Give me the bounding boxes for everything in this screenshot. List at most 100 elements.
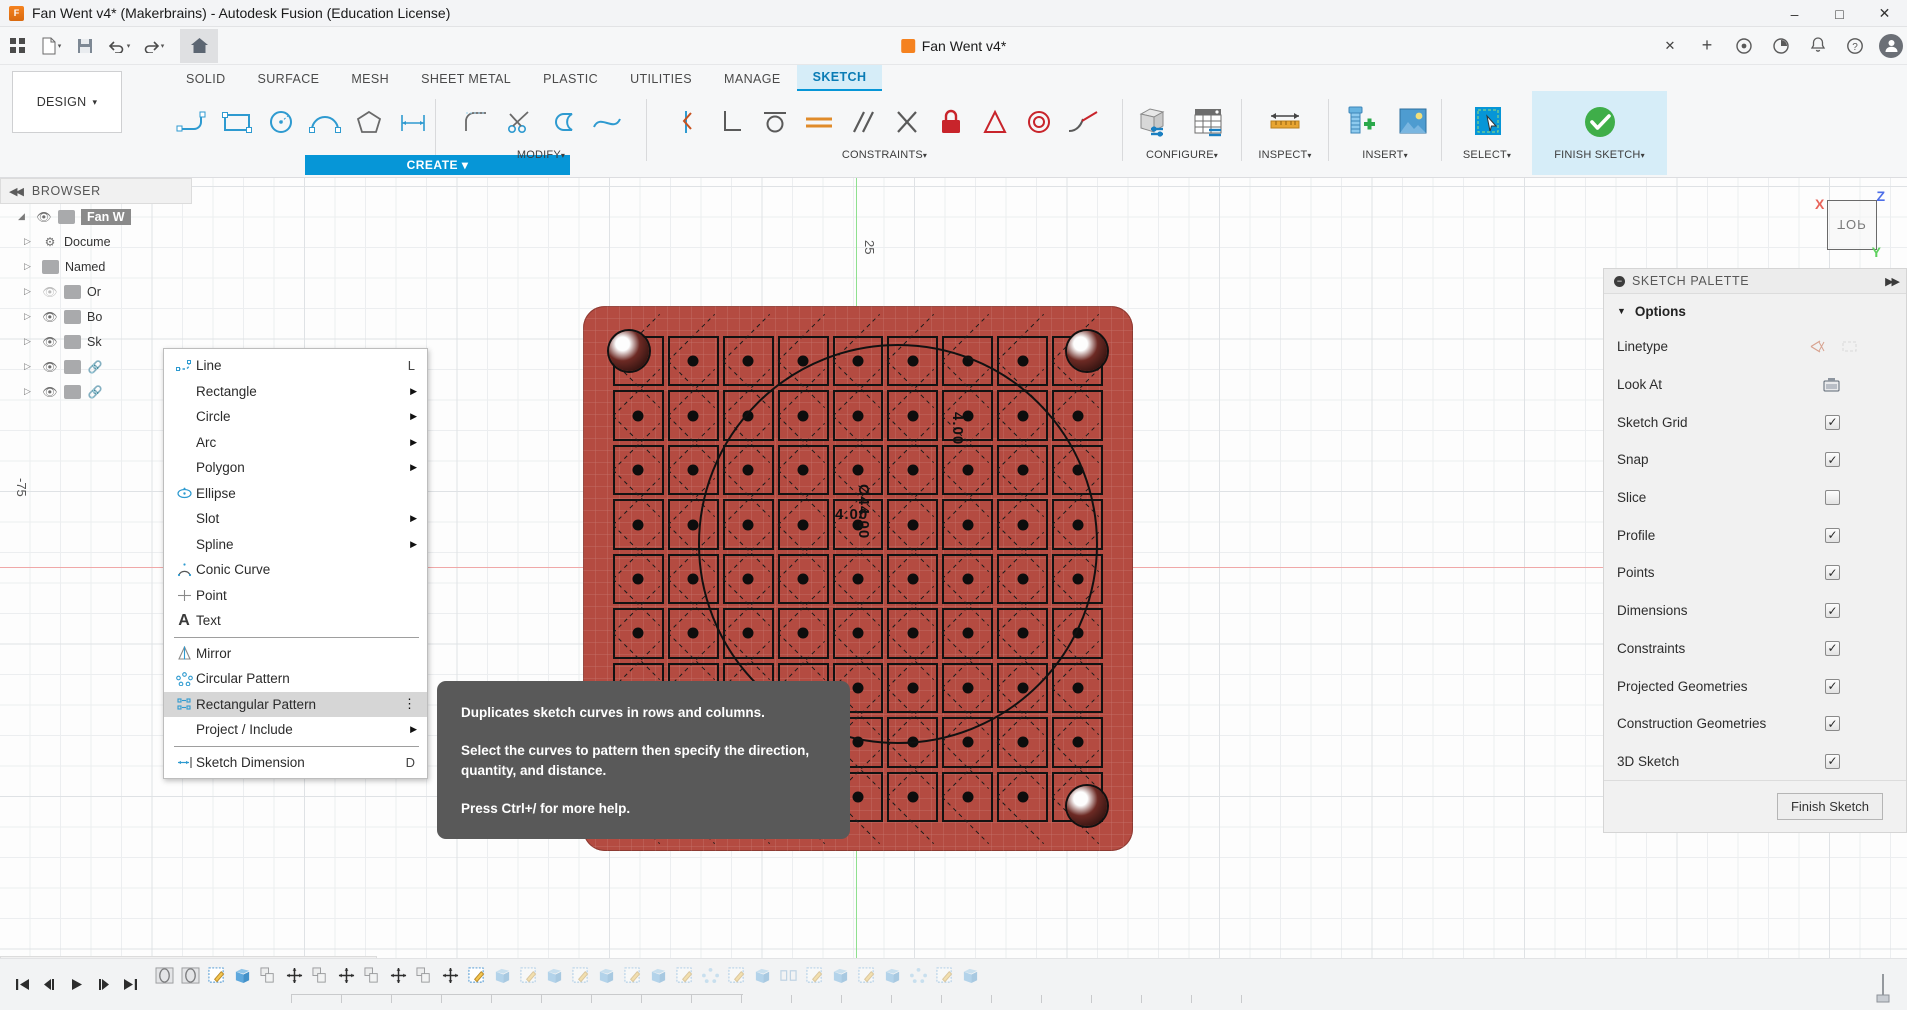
view-cube[interactable]: TOP X Z Y bbox=[1815, 188, 1887, 260]
palette-row-3d-sketch[interactable]: 3D Sketch ✓ bbox=[1604, 743, 1906, 781]
timeline-feature-move[interactable] bbox=[283, 964, 307, 990]
timeline-feature-pattern[interactable] bbox=[699, 964, 723, 990]
timeline-feature-sketch[interactable] bbox=[621, 964, 645, 990]
browser-item-origin[interactable]: ▷ 👁 Or bbox=[0, 279, 192, 304]
pattern-cell[interactable] bbox=[997, 771, 1049, 822]
expand-triangle-icon[interactable]: ▷ bbox=[24, 236, 36, 247]
line-tool-button[interactable] bbox=[172, 98, 214, 146]
constraints-checkbox[interactable]: ✓ bbox=[1825, 640, 1840, 656]
undo-icon[interactable]: ▾ bbox=[102, 29, 136, 63]
mounting-hole-top-right[interactable] bbox=[1067, 331, 1107, 371]
visibility-eye-icon[interactable]: 👁 bbox=[36, 210, 52, 224]
panel-insert-label[interactable]: INSERT▾ bbox=[1335, 149, 1435, 161]
step-back-icon[interactable] bbox=[37, 972, 62, 998]
app-grid-icon[interactable] bbox=[0, 29, 34, 63]
more-options-icon[interactable]: ⋮ bbox=[403, 697, 416, 711]
construction-linetype-icon[interactable] bbox=[1841, 339, 1858, 354]
trim-tool-button[interactable] bbox=[498, 98, 540, 146]
visibility-eye-icon[interactable]: 👁 bbox=[42, 360, 58, 374]
coincident-constraint-button[interactable] bbox=[666, 98, 708, 146]
timeline-feature-extrude[interactable] bbox=[751, 964, 775, 990]
perpendicular-constraint-button[interactable] bbox=[710, 98, 752, 146]
timeline-feature-sketch[interactable] bbox=[855, 964, 879, 990]
avatar[interactable] bbox=[1879, 33, 1903, 58]
timeline-feature-mirror[interactable] bbox=[777, 964, 801, 990]
mounting-hole-top-left[interactable] bbox=[609, 331, 649, 371]
collapse-minus-icon[interactable]: − bbox=[1614, 275, 1625, 287]
pattern-cell[interactable] bbox=[613, 499, 664, 550]
snap-checkbox[interactable]: ✓ bbox=[1825, 452, 1840, 468]
visibility-hidden-icon[interactable]: 👁 bbox=[42, 285, 58, 299]
pattern-cell[interactable] bbox=[667, 390, 719, 441]
sketch-grid-checkbox[interactable]: ✓ bbox=[1825, 414, 1840, 430]
minimize-button[interactable]: – bbox=[1772, 0, 1817, 27]
timeline-feature-sketch[interactable] bbox=[803, 964, 827, 990]
construction-geometries-checkbox[interactable]: ✓ bbox=[1825, 716, 1840, 732]
timeline-feature-extrude[interactable] bbox=[881, 964, 905, 990]
options-section-header[interactable]: ▼ Options bbox=[1604, 294, 1906, 328]
pattern-cell[interactable] bbox=[722, 336, 774, 387]
timeline-feature-sketch[interactable] bbox=[725, 964, 749, 990]
points-checkbox[interactable]: ✓ bbox=[1825, 565, 1840, 581]
home-icon[interactable] bbox=[180, 28, 218, 63]
visibility-eye-icon[interactable]: 👁 bbox=[42, 310, 58, 324]
finish-sketch-button[interactable]: Finish Sketch bbox=[1776, 793, 1883, 821]
3d-sketch-checkbox[interactable]: ✓ bbox=[1825, 753, 1840, 769]
equal-constraint-button[interactable] bbox=[798, 98, 840, 146]
expand-triangle-icon[interactable]: ▷ bbox=[24, 361, 36, 372]
step-forward-icon[interactable] bbox=[91, 972, 116, 998]
close-tab-icon[interactable]: ✕ bbox=[1653, 29, 1687, 63]
fillet-tool-button[interactable] bbox=[454, 98, 496, 146]
pattern-cell[interactable] bbox=[1052, 717, 1103, 768]
normal-linetype-icon[interactable] bbox=[1810, 339, 1827, 354]
configure-table-button[interactable] bbox=[1183, 98, 1235, 146]
palette-row-constraints[interactable]: Constraints ✓ bbox=[1604, 630, 1906, 668]
panel-finish-sketch[interactable]: FINISH SKETCH▾ bbox=[1532, 91, 1667, 175]
new-document-icon[interactable]: ▾ bbox=[34, 29, 68, 63]
tab-sketch[interactable]: SKETCH bbox=[796, 65, 883, 91]
timeline-feature[interactable] bbox=[153, 964, 177, 990]
timeline-feature-hole[interactable] bbox=[309, 964, 333, 990]
menu-item-polygon[interactable]: Polygon ▶ bbox=[164, 455, 427, 481]
fix-constraint-button[interactable] bbox=[930, 98, 972, 146]
timeline-feature-move[interactable] bbox=[387, 964, 411, 990]
workspace-selector[interactable]: DESIGN ▾ bbox=[12, 71, 122, 133]
tab-surface[interactable]: SURFACE bbox=[242, 67, 336, 91]
document-tab[interactable]: Fan Went v4* bbox=[900, 38, 1006, 54]
timeline-feature-hole[interactable] bbox=[361, 964, 385, 990]
profile-checkbox[interactable]: ✓ bbox=[1825, 527, 1840, 543]
redo-icon[interactable]: ▾ bbox=[136, 29, 170, 63]
pattern-cell[interactable] bbox=[613, 553, 664, 605]
finish-sketch-check-icon[interactable] bbox=[1574, 98, 1626, 146]
browser-item-root[interactable]: ◢ 👁 Fan W bbox=[0, 204, 192, 229]
panel-inspect-label[interactable]: INSPECT▾ bbox=[1248, 149, 1322, 161]
jobs-status-icon[interactable] bbox=[1764, 29, 1798, 63]
palette-row-snap[interactable]: Snap ✓ bbox=[1604, 441, 1906, 479]
circle-tool-button[interactable] bbox=[260, 98, 302, 146]
timeline-settings-icon[interactable] bbox=[1873, 974, 1893, 1004]
panel-modify-label[interactable]: MODIFY▾ bbox=[442, 149, 640, 161]
projected-geometries-checkbox[interactable]: ✓ bbox=[1825, 678, 1840, 694]
pattern-cell[interactable] bbox=[942, 771, 994, 822]
tab-mesh[interactable]: MESH bbox=[335, 67, 405, 91]
expand-right-icon[interactable]: ▶▶ bbox=[1885, 275, 1900, 288]
tab-utilities[interactable]: UTILITIES bbox=[614, 67, 708, 91]
browser-header[interactable]: ◀◀ BROWSER bbox=[0, 178, 192, 204]
tab-solid[interactable]: SOLID bbox=[170, 67, 242, 91]
tab-plastic[interactable]: PLASTIC bbox=[527, 67, 614, 91]
help-icon[interactable]: ? bbox=[1838, 29, 1872, 63]
palette-row-projected-geometries[interactable]: Projected Geometries ✓ bbox=[1604, 667, 1906, 705]
panel-finish-sketch-label[interactable]: FINISH SKETCH▾ bbox=[1538, 149, 1661, 161]
timeline-feature-hole[interactable] bbox=[413, 964, 437, 990]
dimension-tool-button[interactable] bbox=[392, 98, 434, 146]
menu-item-slot[interactable]: Slot ▶ bbox=[164, 506, 427, 532]
extensions-icon[interactable] bbox=[1727, 29, 1761, 63]
expand-triangle-icon[interactable]: ▷ bbox=[24, 336, 36, 347]
pattern-cell[interactable] bbox=[887, 771, 939, 822]
timeline-feature-sketch[interactable] bbox=[517, 964, 541, 990]
pattern-cell[interactable] bbox=[613, 444, 664, 496]
browser-item-named-views[interactable]: ▷ Named bbox=[0, 254, 192, 279]
palette-row-points[interactable]: Points ✓ bbox=[1604, 554, 1906, 592]
expand-triangle-icon[interactable]: ▷ bbox=[24, 261, 36, 272]
panel-constraints-label[interactable]: CONSTRAINTS▾ bbox=[653, 149, 1116, 161]
